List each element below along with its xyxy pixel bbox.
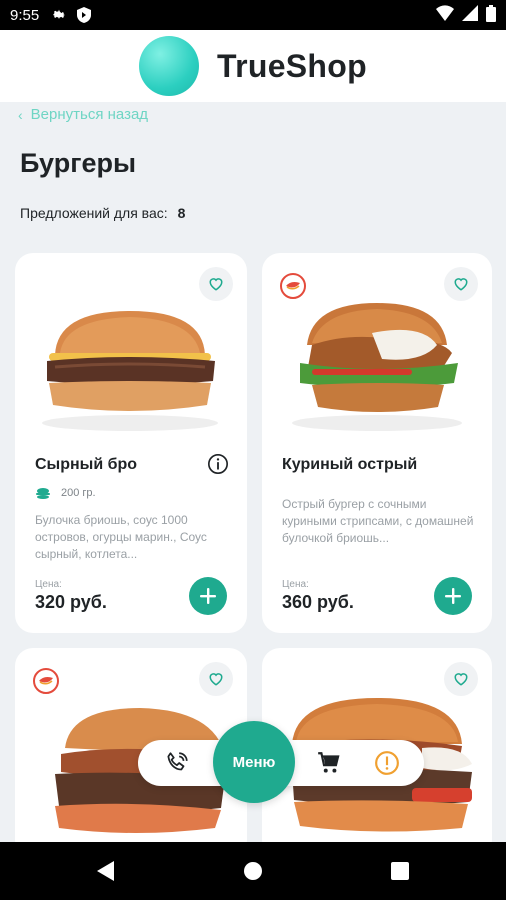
product-name: Куриный острый	[282, 456, 418, 473]
recents-square-icon	[391, 862, 409, 880]
recents-button[interactable]	[370, 842, 430, 900]
status-bar: 9:55	[0, 0, 506, 30]
offers-label: Предложений для вас:	[20, 205, 168, 221]
product-price: 360 руб.	[282, 592, 354, 612]
product-card[interactable]: Сырный бро 200 гр. Булочка бриошь, соус …	[15, 253, 247, 633]
system-navigation-bar	[0, 842, 506, 900]
burger-image	[292, 303, 462, 431]
chevron-left-icon: ‹	[18, 106, 23, 123]
brand-name: TrueShop	[217, 47, 367, 84]
price-label: Цена:	[35, 579, 62, 590]
product-name: Сырный бро	[35, 456, 138, 473]
back-link-label: Вернуться назад	[30, 106, 149, 123]
cart-button[interactable]	[306, 740, 352, 786]
add-to-cart-button[interactable]	[434, 577, 472, 615]
home-button[interactable]	[223, 842, 283, 900]
settings-icon	[51, 7, 67, 23]
wifi-icon	[436, 5, 454, 25]
app-header: TrueShop	[0, 30, 506, 102]
back-triangle-icon	[97, 861, 114, 881]
offers-count-row: Предложений для вас: 8	[20, 205, 185, 221]
plus-icon	[445, 588, 461, 604]
price-label: Цена:	[282, 579, 309, 590]
weight-icon	[36, 488, 50, 499]
home-circle-icon	[244, 862, 262, 880]
page-title: Бургеры	[20, 148, 137, 178]
status-time: 9:55	[10, 6, 40, 24]
burger-image	[42, 311, 218, 431]
offers-count: 8	[177, 205, 186, 221]
phone-call-icon	[167, 752, 188, 771]
add-to-cart-button[interactable]	[189, 577, 227, 615]
menu-button[interactable]: Меню	[213, 721, 295, 803]
product-price: 320 руб.	[35, 592, 107, 612]
back-link[interactable]: ‹ Вернуться назад	[18, 106, 148, 123]
plus-icon	[200, 588, 216, 604]
alert-button[interactable]	[364, 740, 410, 786]
cart-icon	[318, 752, 340, 773]
product-weight: 200 гр.	[61, 487, 96, 499]
product-card[interactable]: Куриный острый Острый бургер с сочными к…	[262, 253, 492, 633]
alert-circle-icon	[375, 751, 399, 775]
info-icon[interactable]	[207, 453, 229, 475]
shield-icon	[77, 7, 92, 23]
product-description: Острый бургер с сочными куриными стрипса…	[282, 497, 474, 545]
weight-row: 200 гр.	[35, 487, 96, 499]
product-description: Булочка бриошь, соус 1000 островов, огур…	[35, 513, 207, 561]
battery-icon	[486, 4, 496, 26]
brand-logo	[139, 36, 200, 96]
call-button[interactable]	[154, 740, 200, 786]
signal-icon	[462, 5, 478, 25]
back-button[interactable]	[76, 842, 136, 900]
